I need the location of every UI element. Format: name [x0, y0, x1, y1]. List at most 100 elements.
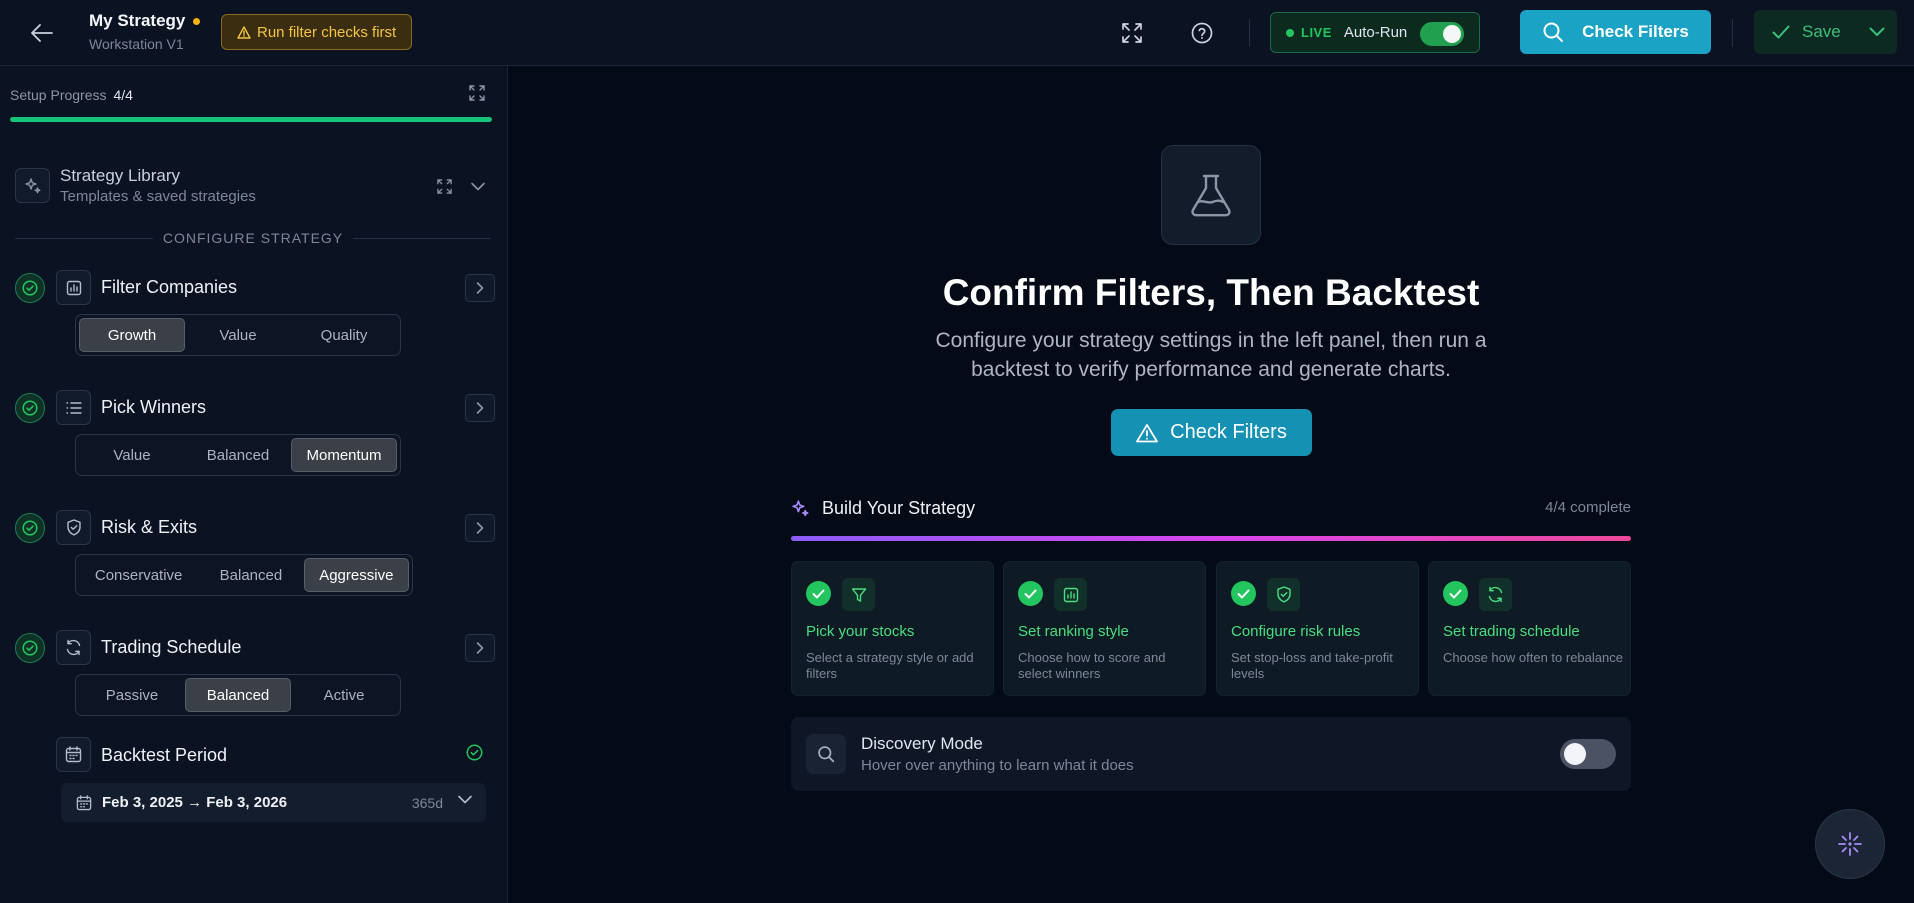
pick-winners-selector: Value Balanced Momentum [75, 434, 401, 476]
option-aggressive[interactable]: Aggressive [303, 558, 409, 592]
autorun-label: Auto-Run [1343, 24, 1408, 41]
build-strategy-progress-bar [791, 536, 1631, 541]
trading-schedule-selector: Passive Balanced Active [75, 674, 401, 716]
card-title: Set trading schedule [1443, 623, 1580, 640]
chart-bars-icon [56, 270, 91, 305]
divider [1249, 19, 1250, 47]
top-bar: My Strategy Workstation V1 Run filter ch… [0, 0, 1914, 66]
option-balanced[interactable]: Balanced [185, 438, 291, 472]
setup-progress-bar [10, 117, 492, 122]
library-title: Strategy Library [60, 166, 180, 185]
divider-line [353, 237, 491, 239]
build-strategy-header: Build Your Strategy 4/4 complete [791, 498, 1631, 522]
chevron-right-icon[interactable] [465, 514, 495, 542]
list-icon [56, 390, 91, 425]
expand-panel-icon[interactable] [464, 80, 490, 106]
strategy-library[interactable]: Strategy Library Templates & saved strat… [15, 165, 495, 210]
configure-section-divider: CONFIGURE STRATEGY [15, 228, 491, 248]
step-complete-check-icon [15, 513, 45, 543]
setup-progress-value: 4/4 [113, 87, 133, 103]
option-momentum[interactable]: Momentum [291, 438, 397, 472]
checkmark-icon [1772, 25, 1790, 39]
option-growth[interactable]: Growth [79, 318, 185, 352]
build-strategy-title: Build Your Strategy [822, 498, 976, 518]
build-strategy-progress-fill [791, 536, 1631, 541]
expand-library-icon[interactable] [433, 175, 455, 197]
live-label: LIVE [1301, 25, 1332, 40]
sparkles-icon [791, 499, 810, 518]
backtest-date-range-picker[interactable]: Feb 3, 2025 → Feb 3, 2026 365d [61, 783, 486, 822]
date-range-text: Feb 3, 2025 → Feb 3, 2026 [102, 794, 288, 811]
fullscreen-icon[interactable] [1118, 19, 1146, 47]
title-block: My Strategy Workstation V1 [89, 11, 201, 52]
backtest-complete-check-icon [466, 744, 483, 761]
chevron-down-icon[interactable] [467, 175, 489, 197]
option-value[interactable]: Value [185, 318, 291, 352]
unsaved-dot-icon [193, 17, 201, 25]
backtest-period-title: Backtest Period [101, 745, 228, 765]
card-description: Select a strategy style or add filters [806, 650, 974, 681]
check-filters-label: Check Filters [1170, 421, 1287, 443]
option-value[interactable]: Value [79, 438, 185, 472]
autorun-toggle[interactable] [1420, 22, 1464, 46]
filter-warning-badge[interactable]: Run filter checks first [221, 14, 413, 50]
card-trading-schedule[interactable]: Set trading schedule Choose how often to… [1428, 561, 1631, 696]
divider [1732, 19, 1733, 47]
live-status-dot [1286, 28, 1294, 37]
step-risk-exits: Risk & Exits Conservative Balanced Aggre… [15, 509, 495, 599]
option-balanced[interactable]: Balanced [198, 558, 303, 592]
discovery-mode-toggle[interactable] [1560, 739, 1616, 769]
calendar-icon [56, 737, 91, 772]
card-description: Choose how to score and select winners [1018, 650, 1166, 681]
option-conservative[interactable]: Conservative [79, 558, 198, 592]
chevron-right-icon[interactable] [465, 634, 495, 662]
save-options-chevron-down-icon[interactable] [1858, 10, 1896, 54]
shield-icon [1267, 578, 1300, 611]
strategy-subtitle: Workstation V1 [89, 36, 184, 52]
card-ranking-style[interactable]: Set ranking style Choose how to score an… [1003, 561, 1206, 696]
divider-line [15, 237, 153, 239]
setup-progress-text: Setup Progress [10, 87, 107, 103]
check-filters-button-top[interactable]: Check Filters [1520, 10, 1711, 54]
card-description: Choose how often to rebalance [1443, 650, 1623, 665]
save-button[interactable]: Save [1754, 10, 1858, 54]
chevron-down-icon [458, 795, 472, 804]
card-description: Set stop-loss and take-profit levels [1231, 650, 1393, 681]
check-filters-button[interactable]: Check Filters [1111, 409, 1312, 456]
card-pick-stocks[interactable]: Pick your stocks Select a strategy style… [791, 561, 994, 696]
warning-triangle-icon [237, 25, 251, 39]
flask-icon [1161, 145, 1261, 245]
discovery-mode-subtitle: Hover over anything to learn what it doe… [861, 757, 1134, 774]
card-check-icon [806, 581, 831, 606]
step-pick-winners: Pick Winners Value Balanced Momentum [15, 389, 495, 479]
back-arrow-icon[interactable] [28, 20, 56, 46]
shield-icon [56, 510, 91, 545]
card-risk-rules[interactable]: Configure risk rules Set stop-loss and t… [1216, 561, 1419, 696]
step-title: Trading Schedule [101, 637, 242, 657]
setup-progress-label: Setup Progress 4/4 [10, 87, 133, 103]
left-sidebar: Setup Progress 4/4 Strategy Library Templ… [0, 66, 508, 903]
step-filter-companies: Filter Companies Growth Value Quality [15, 269, 495, 359]
card-check-icon [1443, 581, 1468, 606]
configure-section-label: CONFIGURE STRATEGY [162, 230, 344, 246]
strategy-title-text: My Strategy [89, 11, 186, 30]
chevron-right-icon[interactable] [465, 274, 495, 302]
option-passive[interactable]: Passive [79, 678, 185, 712]
step-title: Filter Companies [101, 277, 238, 297]
assistant-sparkle-icon[interactable] [1815, 809, 1885, 879]
step-title: Risk & Exits [101, 517, 198, 537]
save-label: Save [1802, 22, 1841, 41]
build-strategy-count: 4/4 complete [1545, 499, 1631, 516]
option-balanced[interactable]: Balanced [185, 678, 291, 712]
option-quality[interactable]: Quality [291, 318, 397, 352]
option-active[interactable]: Active [291, 678, 397, 712]
step-trading-schedule: Trading Schedule Passive Balanced Active [15, 629, 495, 719]
filter-companies-selector: Growth Value Quality [75, 314, 401, 356]
help-icon[interactable] [1188, 19, 1216, 47]
filter-icon [842, 578, 875, 611]
date-range-days: 365d [411, 794, 443, 811]
search-icon [806, 734, 846, 774]
refresh-icon [56, 630, 91, 665]
chevron-right-icon[interactable] [465, 394, 495, 422]
refresh-icon [1479, 578, 1512, 611]
